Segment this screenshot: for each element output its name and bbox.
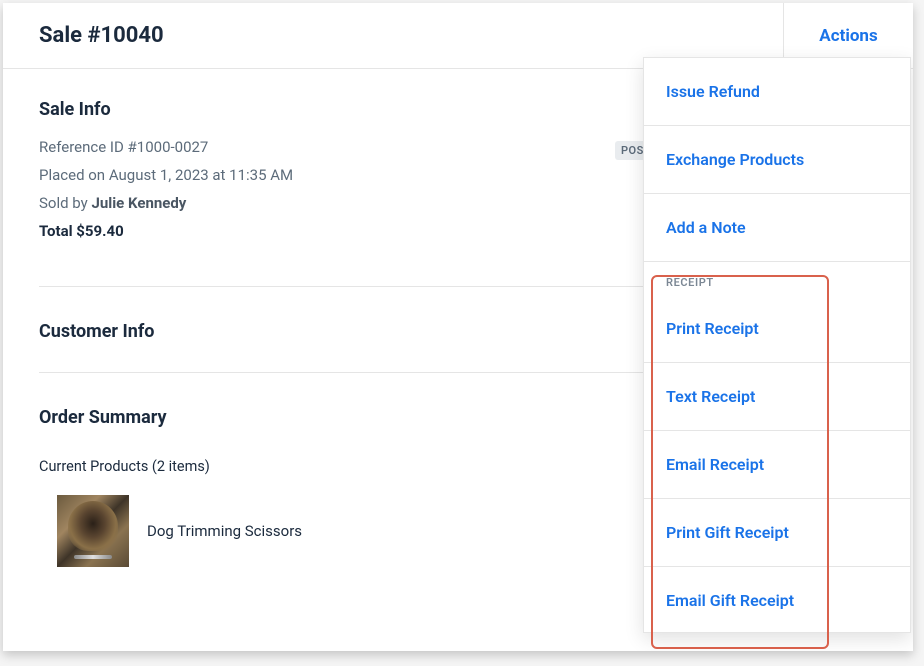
action-email-gift-receipt[interactable]: Email Gift Receipt	[644, 567, 910, 632]
action-email-receipt[interactable]: Email Receipt	[644, 431, 910, 499]
actions-dropdown: Issue Refund Exchange Products Add a Not…	[643, 57, 911, 633]
sale-detail-page: Sale #10040 Actions Sale Info Reference …	[3, 3, 913, 651]
action-add-note[interactable]: Add a Note	[644, 194, 910, 262]
action-issue-refund[interactable]: Issue Refund	[644, 58, 910, 126]
action-print-gift-receipt[interactable]: Print Gift Receipt	[644, 499, 910, 567]
action-text-receipt[interactable]: Text Receipt	[644, 363, 910, 431]
action-print-receipt[interactable]: Print Receipt	[644, 295, 910, 363]
product-thumbnail	[57, 495, 129, 567]
receipt-section-header: RECEIPT	[644, 262, 910, 295]
actions-button[interactable]: Actions	[819, 26, 877, 46]
page-title: Sale #10040	[3, 23, 164, 48]
sold-by-prefix: Sold by	[39, 194, 91, 212]
salesperson-name: Julie Kennedy	[91, 194, 186, 212]
action-exchange-products[interactable]: Exchange Products	[644, 126, 910, 194]
